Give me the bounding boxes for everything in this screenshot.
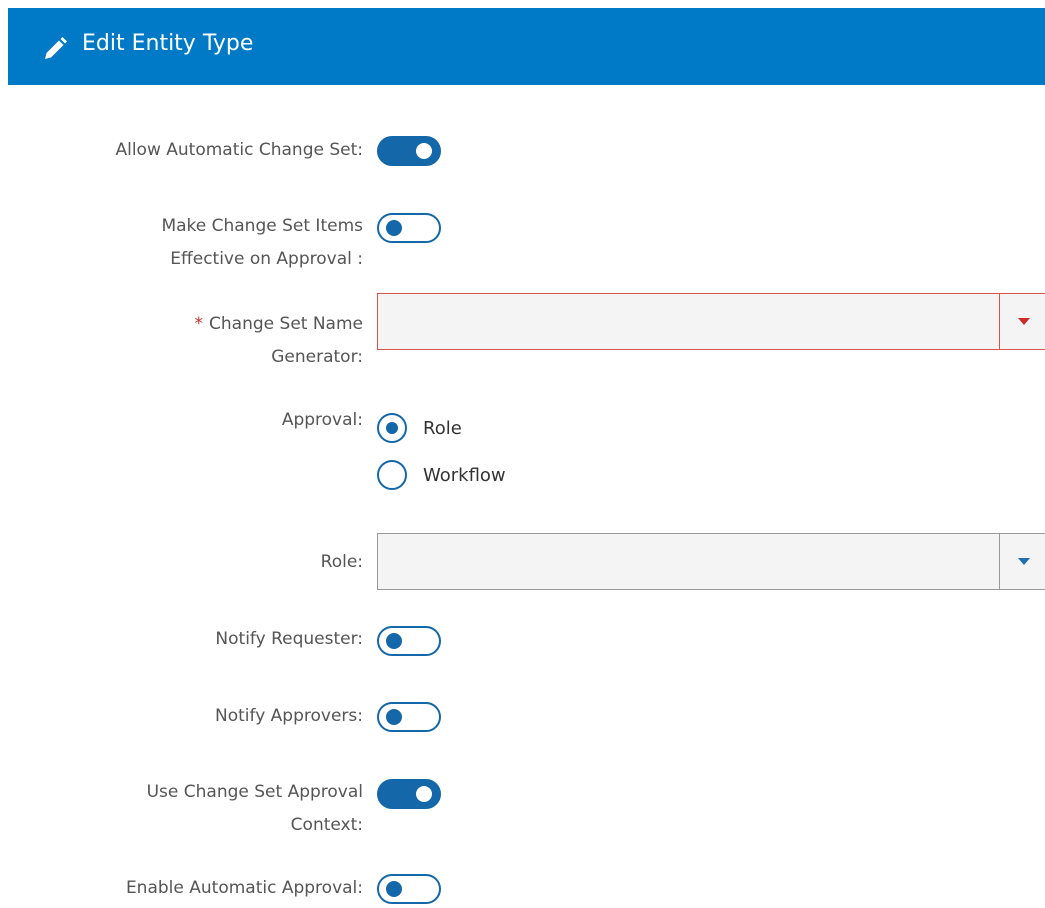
- required-marker: *: [194, 314, 204, 334]
- enable-automatic-approval-label-text: Enable Automatic Approval:: [125, 878, 363, 898]
- radio-workflow-label: Workflow: [423, 464, 506, 486]
- dialog-title: Edit Entity Type: [82, 31, 254, 56]
- dialog-header: Edit Entity Type: [8, 8, 1045, 85]
- change-set-name-generator-select[interactable]: [377, 293, 1045, 350]
- edit-entity-type-dialog: Edit Entity Type Allow Automatic Change …: [8, 8, 1045, 908]
- allow-automatic-change-set-label-text: Allow Automatic Change Set:: [115, 140, 363, 160]
- make-change-set-items-effective-label: Make Change Set Items Effective on Appro…: [161, 210, 363, 276]
- use-change-set-approval-context-label-line1: Use Change Set Approval: [146, 782, 363, 802]
- select-divider: [999, 534, 1000, 589]
- toggle-knob: [416, 786, 432, 802]
- use-change-set-approval-context-label: Use Change Set Approval Context:: [147, 776, 363, 842]
- notify-requester-label: Notify Requester:: [215, 623, 363, 656]
- select-divider: [999, 294, 1000, 349]
- change-set-name-generator-label: * Change Set Name Generator:: [195, 308, 363, 374]
- notify-approvers-toggle[interactable]: [377, 702, 441, 732]
- change-set-name-generator-label-line1: Change Set Name: [209, 314, 363, 334]
- enable-automatic-approval-toggle[interactable]: [377, 874, 441, 904]
- toggle-knob: [386, 220, 402, 236]
- allow-automatic-change-set-toggle[interactable]: [377, 136, 441, 166]
- toggle-knob: [416, 143, 432, 159]
- notify-requester-label-text: Notify Requester:: [215, 629, 363, 649]
- approval-label-text: Approval:: [281, 410, 363, 430]
- notify-approvers-label: Notify Approvers:: [215, 700, 363, 733]
- toggle-knob: [386, 709, 402, 725]
- approval-option-role[interactable]: Role: [377, 411, 462, 445]
- enable-automatic-approval-label: Enable Automatic Approval:: [126, 872, 363, 905]
- role-label-text: Role:: [320, 552, 363, 572]
- make-change-set-items-effective-label-line2: Effective on Approval :: [170, 249, 363, 269]
- change-set-name-generator-label-line2: Generator:: [271, 347, 363, 367]
- chevron-down-icon[interactable]: [1018, 318, 1030, 325]
- use-change-set-approval-context-toggle[interactable]: [377, 779, 441, 809]
- chevron-down-icon[interactable]: [1018, 558, 1030, 565]
- toggle-knob: [386, 633, 402, 649]
- radio-role-label: Role: [423, 417, 462, 439]
- notify-approvers-label-text: Notify Approvers:: [215, 706, 363, 726]
- role-select[interactable]: [377, 533, 1045, 590]
- approval-label: Approval:: [282, 404, 363, 437]
- radio-role[interactable]: [377, 413, 407, 443]
- make-change-set-items-effective-toggle[interactable]: [377, 213, 441, 243]
- notify-requester-toggle[interactable]: [377, 626, 441, 656]
- use-change-set-approval-context-label-line2: Context:: [290, 815, 363, 835]
- approval-option-workflow[interactable]: Workflow: [377, 458, 506, 492]
- pencil-icon: [42, 36, 68, 62]
- make-change-set-items-effective-label-line1: Make Change Set Items: [161, 216, 363, 236]
- radio-workflow[interactable]: [377, 460, 407, 490]
- role-label: Role:: [321, 546, 363, 579]
- toggle-knob: [386, 881, 402, 897]
- allow-automatic-change-set-label: Allow Automatic Change Set:: [115, 134, 363, 167]
